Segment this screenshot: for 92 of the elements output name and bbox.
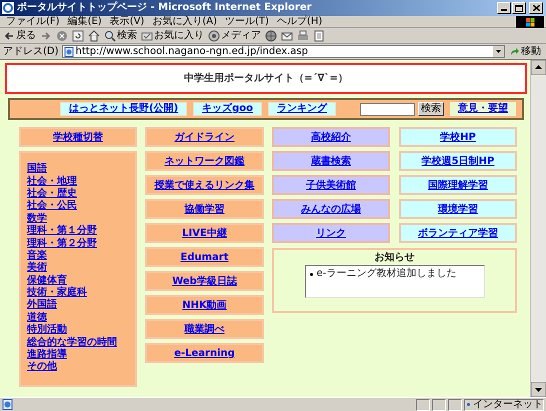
subject-link[interactable]: 特別活動 [27,324,67,336]
tile-link[interactable]: 蔵書検索 [311,154,351,168]
status-pane [432,398,446,410]
mail-icon[interactable] [281,30,293,42]
printer-icon[interactable] [297,30,309,42]
tile-link[interactable]: ガイドライン [174,130,234,144]
search-field[interactable] [360,102,416,116]
subject-link[interactable]: 進路指導 [27,349,67,362]
tile-link[interactable]: e-Learning [174,346,235,360]
tile-link[interactable]: ネットワーク図鑑 [164,154,244,168]
tile-link[interactable]: 学校週5日制HP [422,154,494,168]
home-icon[interactable] [88,30,100,42]
subject-link[interactable]: 社会・公民 [27,200,77,212]
tile-link[interactable]: 高校紹介 [311,130,351,144]
tile-link[interactable]: 子供美術館 [306,178,356,192]
search-button[interactable]: 検索 [104,28,137,42]
minimize-button[interactable] [497,2,511,14]
page-icon [64,46,74,56]
tile-link[interactable]: 学校HP [440,130,476,144]
refresh-icon[interactable] [72,30,84,42]
menu-item[interactable]: ファイル(F) [3,16,63,28]
subject-link[interactable]: 技術・家庭科 [27,287,87,300]
close-icon [532,5,540,11]
scrollbar[interactable] [530,60,546,397]
stop-icon[interactable] [56,30,68,42]
subject-link[interactable]: 道徳 [27,312,47,324]
menu-item[interactable]: ツール(T) [222,16,272,28]
subject-link[interactable]: 理科・第１分野 [27,225,97,238]
search-button[interactable]: 検索 [418,102,444,116]
subject-link[interactable]: 社会・歴史 [27,188,77,200]
tile-link[interactable]: 協働学習 [184,202,224,216]
tile-link[interactable]: LIVE中継 [182,226,227,240]
nav-link[interactable]: ランキング [268,102,336,116]
tile-link[interactable]: ボランティア学習 [418,226,498,240]
tile-link[interactable]: 国際理解学習 [428,178,488,192]
tile-link[interactable]: みんなの広場 [301,202,361,216]
status-pane [416,398,430,410]
notice-title: お知らせ [374,251,414,265]
nav-link[interactable]: はっとネット長野(公開) [60,102,188,116]
tile-link[interactable]: 授業で使えるリンク集 [154,178,254,192]
close-button[interactable] [529,2,543,14]
tile-link[interactable]: Web学級日誌 [172,274,237,288]
arrow-icon [510,46,520,56]
dropdown-icon[interactable] [493,46,504,57]
page-icon [2,399,13,410]
menu-item[interactable]: お気に入り(A) [149,16,220,28]
address-label: アドレス(D) [3,46,59,58]
scroll-up-icon[interactable] [531,60,546,75]
minimize-icon [501,9,507,11]
subject-link[interactable]: 理科・第２分野 [27,238,97,250]
subject-link[interactable]: 美術 [27,262,47,274]
address-field[interactable]: http://www.school.nagano-ngn.ed.jp/index.asp [62,45,505,58]
flag-logo-icon [516,16,544,28]
subject-link[interactable]: 数学 [27,212,47,225]
menu-item[interactable]: 表示(V) [106,16,148,28]
arrow-left-icon [3,30,15,42]
arrow-left-button[interactable]: 戻る [3,28,36,42]
media-button[interactable]: メディア [208,28,261,42]
media-icon [208,30,220,42]
globe-icon[interactable] [265,30,277,42]
subject-link[interactable]: その他 [27,361,57,374]
subject-link[interactable]: 社会・地理 [27,176,77,188]
browser-icon [2,2,14,14]
arrow-right-icon[interactable] [40,30,52,42]
feedback-link[interactable]: 意見・要望 [450,102,516,116]
window-title: ポータルサイトトップページ - Microsoft Internet Explorer [17,2,313,14]
status-pane [448,398,462,410]
subject-link[interactable]: 総合的な学習の時間 [27,336,117,349]
menu-item[interactable]: 編集(E) [64,16,105,28]
menu-item[interactable]: ヘルプ(H) [274,16,326,28]
tile-link[interactable]: 職業調べ [184,322,224,336]
tile-link[interactable]: リンク [316,226,346,240]
maximize-button[interactable] [512,2,526,14]
site-title: 中学生用ポータルサイト（=´∇`=） [184,72,348,86]
go-button[interactable]: 移動 [508,45,543,58]
tile-link[interactable]: Edumart [180,250,228,264]
scroll-down-icon[interactable] [531,382,546,397]
status-zone: インターネット [464,398,544,410]
nav-link[interactable]: キッズgoo [193,102,262,116]
search-icon [104,30,116,42]
bullet-icon [310,272,312,276]
tile-link[interactable]: 環境学習 [438,202,478,216]
notice-item: e-ラーニング教材追加しました [316,268,456,280]
document-icon[interactable] [313,30,325,42]
subject-link[interactable]: 外国語 [27,299,57,312]
subject-link[interactable]: 音楽 [27,250,47,262]
maximize-icon [515,4,523,12]
grade-switch-link[interactable]: 学校種切替 [53,130,103,144]
subject-link[interactable]: 保健体育 [27,274,67,287]
subject-link[interactable]: 国語 [27,163,47,176]
folder-button[interactable]: お気に入り [141,28,204,42]
tile-link[interactable]: NHK動画 [182,298,227,312]
